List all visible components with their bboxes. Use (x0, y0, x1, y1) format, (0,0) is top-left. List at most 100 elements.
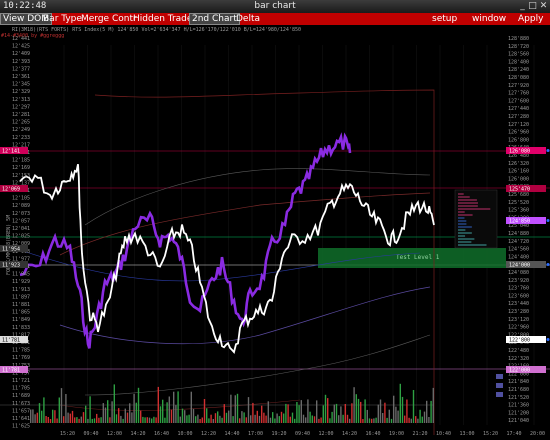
price-chart-canvas[interactable]: RI(3M18)(RTS FORTS) RTS Index(5 M) 124'8… (0, 25, 550, 440)
time-axis-tick: 12:20 (201, 431, 216, 437)
right-axis-tick: 124'080 (508, 270, 529, 276)
left-axis-tick: 12'105 (12, 196, 30, 202)
left-axis-tick: 11'913 (12, 287, 30, 293)
right-axis-tick: 121'520 (508, 395, 529, 401)
right-axis-tick: 125'520 (508, 200, 529, 206)
time-axis-tick: 15:20 (483, 431, 498, 437)
right-tag-3: 124'000 (509, 263, 530, 269)
setup-button[interactable]: setup (430, 13, 459, 25)
right-axis-tick: 121'040 (508, 418, 529, 424)
left-axis-tick: 12'393 (12, 59, 30, 65)
time-axis-tick: 16:40 (366, 431, 381, 437)
left-tag-0: 12'141 (2, 149, 20, 155)
left-axis-tick: 11'865 (12, 310, 30, 316)
menu-bar: View DOM Bar Type Merge Contr Hidden Tra… (0, 13, 550, 25)
right-axis-tick: 121'840 (508, 379, 529, 385)
right-axis-tick: 122'320 (508, 356, 529, 362)
right-axis-tick: 124'560 (508, 247, 529, 253)
left-axis-tick: 12'297 (12, 104, 30, 110)
left-axis-tick: 11'721 (12, 378, 30, 384)
time-axis-tick: 20:00 (530, 431, 545, 437)
right-axis-tick: 121'680 (508, 387, 529, 393)
left-axis-tick: 12'281 (12, 112, 30, 118)
left-axis-tick: 12'345 (12, 82, 30, 88)
bar-type-button[interactable]: Bar Type (41, 13, 84, 25)
right-axis-tick: 128'720 (508, 44, 529, 50)
apply-button[interactable]: Apply (516, 13, 545, 25)
left-axis-tick: 11'945 (12, 272, 30, 278)
left-axis-tick: 12'377 (12, 66, 30, 72)
window-button[interactable]: window (470, 13, 508, 25)
window-title: bar chart (254, 1, 296, 11)
left-axis-tick: 11'705 (12, 386, 30, 392)
maximize-icon[interactable]: □ (528, 2, 537, 11)
left-axis-tick: 11'929 (12, 279, 30, 285)
merge-contr-button[interactable]: Merge Contr (79, 13, 139, 25)
left-axis-tick: 11'849 (12, 317, 30, 323)
left-tag-1: 12'069 (2, 187, 20, 193)
right-axis-tick: 121'200 (508, 410, 529, 416)
left-axis-tick: 12'329 (12, 89, 30, 95)
right-tag-0: 126'080 (509, 149, 530, 155)
left-axis-tick: 12'089 (12, 203, 30, 209)
time-axis-tick: 09:40 (84, 431, 99, 437)
time-axis-tick: 21:20 (413, 431, 428, 437)
right-axis-tick: 128'560 (508, 52, 529, 58)
time-axis: 15:20 09:40 12:00 14:20 16:40 10:00 12:20 14:40… (60, 431, 545, 437)
right-axis-tick: 127'760 (508, 91, 529, 97)
right-axis-tick: 123'600 (508, 293, 529, 299)
left-axis-tick: 12'025 (12, 234, 30, 240)
left-axis-tick: 12'185 (12, 158, 30, 164)
right-axis-tick: 128'240 (508, 67, 529, 73)
right-tag-5: 122'000 (509, 368, 530, 374)
time-axis-tick: 12:00 (319, 431, 334, 437)
delta-button[interactable]: Delta (234, 13, 262, 25)
left-axis-tick: 11'785 (12, 348, 30, 354)
right-axis-tick: 123'440 (508, 301, 529, 307)
minimize-icon[interactable]: _ (518, 2, 527, 11)
right-price-axis: 128'880 128'720 128'560128'400 128'240 128'0… (508, 36, 529, 424)
right-axis-tick: 122'960 (508, 325, 529, 331)
right-axis-tick: 122'480 (508, 348, 529, 354)
left-axis-tick: 11'689 (12, 393, 30, 399)
right-axis-tick: 126'800 (508, 137, 529, 143)
left-axis-tick: 11'673 (12, 401, 30, 407)
title-bar: 10:22:48 bar chart _ □ ✕ (0, 0, 550, 13)
right-axis-tick: 123'760 (508, 286, 529, 292)
time-axis-tick: 10:00 (178, 431, 193, 437)
time-axis-tick: 14:20 (342, 431, 357, 437)
right-axis-tick: 127'920 (508, 83, 529, 89)
test-level-label: Test Level 1 (396, 254, 440, 261)
close-icon[interactable]: ✕ (539, 2, 548, 11)
right-axis-tick: 124'400 (508, 254, 529, 260)
second-chart-button[interactable]: 2nd Chart (189, 13, 240, 25)
right-axis-tick: 121'360 (508, 403, 529, 409)
left-axis-tick: 12'249 (12, 127, 30, 133)
right-tag-1: 125'470 (509, 187, 530, 193)
right-axis-tick: 127'440 (508, 106, 529, 112)
right-axis-tick: 128'080 (508, 75, 529, 81)
left-axis-tick: 12'169 (12, 165, 30, 171)
time-axis-tick: 10:40 (436, 431, 451, 437)
right-tag-4: 122'800 (509, 338, 530, 344)
left-axis-tick: 11'769 (12, 355, 30, 361)
left-axis-tick: 11'897 (12, 294, 30, 300)
time-axis-tick: 09:40 (295, 431, 310, 437)
left-axis-tick: 11'625 (12, 424, 30, 430)
right-axis-tick: 126'960 (508, 130, 529, 136)
right-axis-tick: 128'880 (508, 36, 529, 42)
chart-area[interactable]: RI(3M18)(RTS FORTS) RTS Index(5 M) 124'8… (0, 25, 550, 440)
time-axis-tick: 17:40 (507, 431, 522, 437)
right-axis-tick: 126'320 (508, 161, 529, 167)
right-axis-tick: 127'600 (508, 98, 529, 104)
left-axis-tick: 11'657 (12, 408, 30, 414)
right-axis-tick: 126'160 (508, 169, 529, 175)
chart-side-icons[interactable] (496, 374, 503, 397)
left-tag-5: 11'781 (2, 368, 20, 374)
right-axis-tick: 123'920 (508, 278, 529, 284)
left-axis-tick: 12'153 (12, 173, 30, 179)
time-axis-tick: 13:00 (460, 431, 475, 437)
left-axis-tick: 12'233 (12, 135, 30, 141)
right-axis-tick: 125'680 (508, 192, 529, 198)
time-axis-tick: 19:00 (389, 431, 404, 437)
